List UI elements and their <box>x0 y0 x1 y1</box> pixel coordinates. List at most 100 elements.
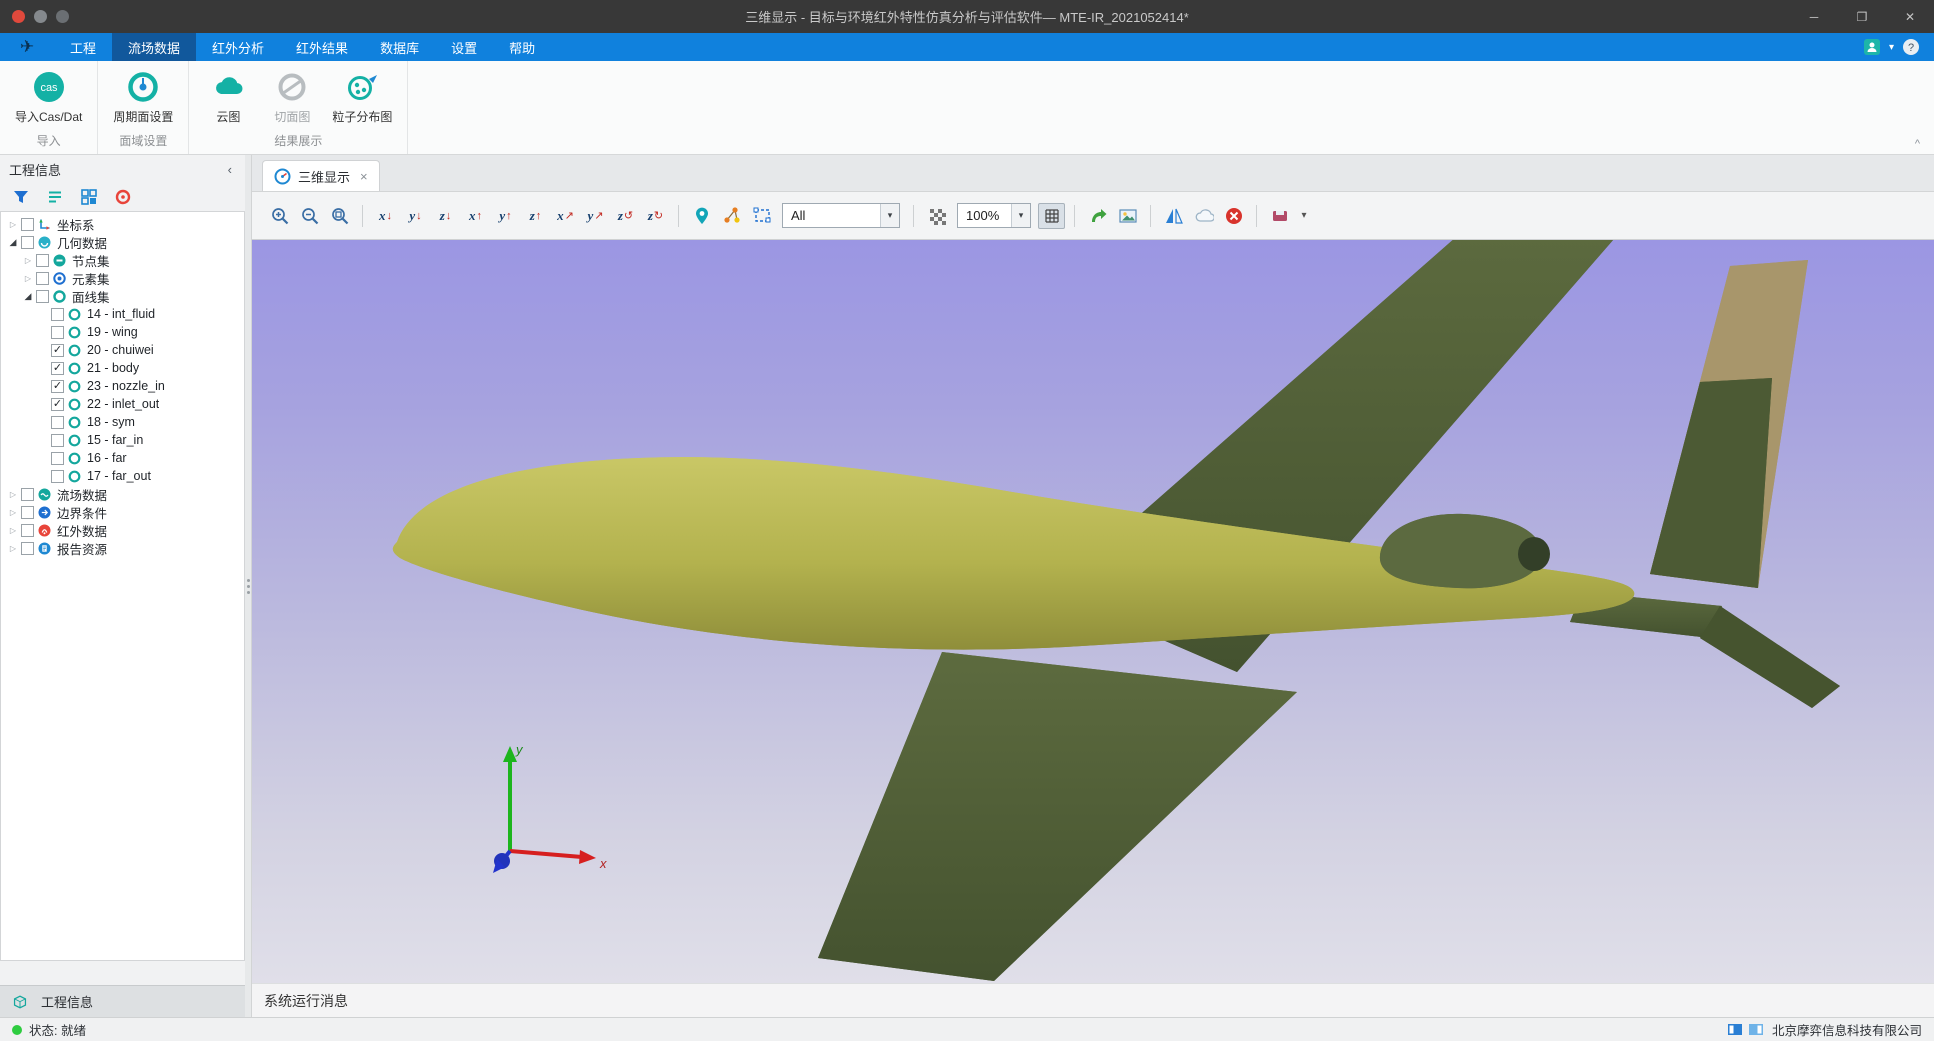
menu-tab-红外分析[interactable]: 红外分析 <box>196 33 280 61</box>
close-button[interactable]: ✕ <box>1886 0 1934 33</box>
tree-item[interactable]: ◢面线集 <box>1 287 244 305</box>
tree-collapsed-icon[interactable]: ▷ <box>21 256 35 265</box>
combo-arrow-icon[interactable]: ▾ <box>1011 204 1030 227</box>
tree-item[interactable]: 14 - int_fluid <box>1 305 244 323</box>
view-iso-x-icon[interactable]: x↗ <box>552 203 579 229</box>
tree-item[interactable]: ▷节点集 <box>1 251 244 269</box>
ribbon-button[interactable]: 周期面设置 <box>110 69 176 125</box>
tree-item[interactable]: ▷红外数据 <box>1 521 244 539</box>
view-iso-y-icon[interactable]: y↗ <box>582 203 609 229</box>
menu-tab-工程[interactable]: 工程 <box>54 33 112 61</box>
ribbon-button[interactable]: 粒子分布图 <box>329 69 395 125</box>
tree-item[interactable]: ✓20 - chuiwei <box>1 341 244 359</box>
tree-checkbox[interactable] <box>21 218 34 231</box>
tree-item[interactable]: ✓23 - nozzle_in <box>1 377 244 395</box>
ribbon-button[interactable]: cas导入Cas/Dat <box>12 69 85 125</box>
tree-checkbox[interactable]: ✓ <box>51 362 64 375</box>
export-view-icon[interactable] <box>1084 203 1111 229</box>
tree-checkbox[interactable] <box>36 272 49 285</box>
mesh-toggle-icon[interactable] <box>1038 203 1065 229</box>
tab-close-icon[interactable]: × <box>360 169 368 184</box>
project-info-bottom-tab[interactable]: 工程信息 <box>0 985 245 1017</box>
tree-checkbox[interactable] <box>21 506 34 519</box>
tree-checkbox[interactable] <box>21 524 34 537</box>
zoom-out-icon[interactable] <box>296 203 323 229</box>
zoom-level-combo[interactable]: 100%▾ <box>957 203 1031 228</box>
tree-checkbox[interactable] <box>51 452 64 465</box>
tree-expanded-icon[interactable]: ◢ <box>21 291 35 302</box>
tree-item[interactable]: ◢几何数据 <box>1 233 244 251</box>
menu-tab-流场数据[interactable]: 流场数据 <box>112 33 196 61</box>
traffic-dot-2[interactable] <box>34 10 47 23</box>
traffic-dot-1[interactable] <box>12 10 25 23</box>
ribbon-collapse-icon[interactable]: ^ <box>1915 138 1920 150</box>
tree-checkbox[interactable] <box>51 308 64 321</box>
help-icon[interactable]: ? <box>1902 38 1920 56</box>
combo-arrow-icon[interactable]: ▾ <box>880 204 899 227</box>
rotate-ccw-icon[interactable]: z↺ <box>612 203 639 229</box>
mirror-icon[interactable] <box>1160 203 1187 229</box>
panel-splitter[interactable] <box>245 155 252 1017</box>
tree-item[interactable]: ▷元素集 <box>1 269 244 287</box>
tree-item[interactable]: 16 - far <box>1 449 244 467</box>
menu-tab-帮助[interactable]: 帮助 <box>493 33 551 61</box>
tree-item[interactable]: ▷流场数据 <box>1 485 244 503</box>
clip-plane-icon[interactable] <box>1266 203 1293 229</box>
view-z-pos-icon[interactable]: z↑ <box>522 203 549 229</box>
tab-3d-view[interactable]: 三维显示 × <box>262 160 380 191</box>
view-y-pos-icon[interactable]: y↑ <box>492 203 519 229</box>
tree-checkbox[interactable] <box>21 488 34 501</box>
panel-collapse-button[interactable]: ‹ <box>224 162 236 177</box>
tree-checkbox[interactable] <box>51 326 64 339</box>
tree-collapsed-icon[interactable]: ▷ <box>6 544 20 553</box>
tree-checkbox[interactable] <box>51 434 64 447</box>
tree-expanded-icon[interactable]: ◢ <box>6 237 20 248</box>
maximize-button[interactable]: ❐ <box>1838 0 1886 33</box>
tree-item[interactable]: ✓22 - inlet_out <box>1 395 244 413</box>
list-mode-icon[interactable] <box>46 188 64 206</box>
zoom-in-icon[interactable] <box>266 203 293 229</box>
filter-icon[interactable] <box>12 188 30 206</box>
more-options-icon[interactable]: ▾ <box>1296 203 1312 229</box>
menu-tab-数据库[interactable]: 数据库 <box>364 33 435 61</box>
display-filter-combo[interactable]: All▾ <box>782 203 900 228</box>
viewport-3d[interactable]: x y <box>252 240 1934 983</box>
tree-collapsed-icon[interactable]: ▷ <box>21 274 35 283</box>
probe-pin-icon[interactable] <box>688 203 715 229</box>
node-set-icon[interactable] <box>718 203 745 229</box>
tree-item[interactable]: ▷坐标系 <box>1 215 244 233</box>
tree-checkbox[interactable]: ✓ <box>51 344 64 357</box>
tree-item[interactable]: 18 - sym <box>1 413 244 431</box>
tree-item[interactable]: ▷边界条件 <box>1 503 244 521</box>
view-x-pos-icon[interactable]: x↑ <box>462 203 489 229</box>
tree-checkbox[interactable]: ✓ <box>51 380 64 393</box>
tree-collapsed-icon[interactable]: ▷ <box>6 490 20 499</box>
tree-checkbox[interactable] <box>21 236 34 249</box>
tree-item[interactable]: 17 - far_out <box>1 467 244 485</box>
minimize-button[interactable]: ─ <box>1790 0 1838 33</box>
menu-dropdown-icon[interactable]: ▾ <box>1889 42 1894 53</box>
cloud-display-icon[interactable] <box>1190 203 1217 229</box>
menu-tab-红外结果[interactable]: 红外结果 <box>280 33 364 61</box>
layout-left-icon[interactable] <box>1727 1022 1743 1037</box>
tree-item[interactable]: 15 - far_in <box>1 431 244 449</box>
account-icon[interactable] <box>1863 38 1881 56</box>
grid-view-icon[interactable] <box>80 188 98 206</box>
snapshot-icon[interactable] <box>1114 203 1141 229</box>
locate-icon[interactable] <box>114 188 132 206</box>
tree-checkbox[interactable]: ✓ <box>51 398 64 411</box>
clear-view-icon[interactable] <box>1220 203 1247 229</box>
view-z-neg-icon[interactable]: z↓ <box>432 203 459 229</box>
zoom-fit-icon[interactable] <box>326 203 353 229</box>
tree-checkbox[interactable] <box>51 416 64 429</box>
box-select-icon[interactable] <box>748 203 775 229</box>
tree-collapsed-icon[interactable]: ▷ <box>6 508 20 517</box>
view-x-neg-icon[interactable]: x↓ <box>372 203 399 229</box>
tree-checkbox[interactable] <box>51 470 64 483</box>
layout-right-icon[interactable] <box>1748 1022 1764 1037</box>
tree-item[interactable]: 19 - wing <box>1 323 244 341</box>
menu-tab-设置[interactable]: 设置 <box>435 33 493 61</box>
traffic-dot-3[interactable] <box>56 10 69 23</box>
tree-checkbox[interactable] <box>21 542 34 555</box>
rotate-cw-icon[interactable]: z↻ <box>642 203 669 229</box>
